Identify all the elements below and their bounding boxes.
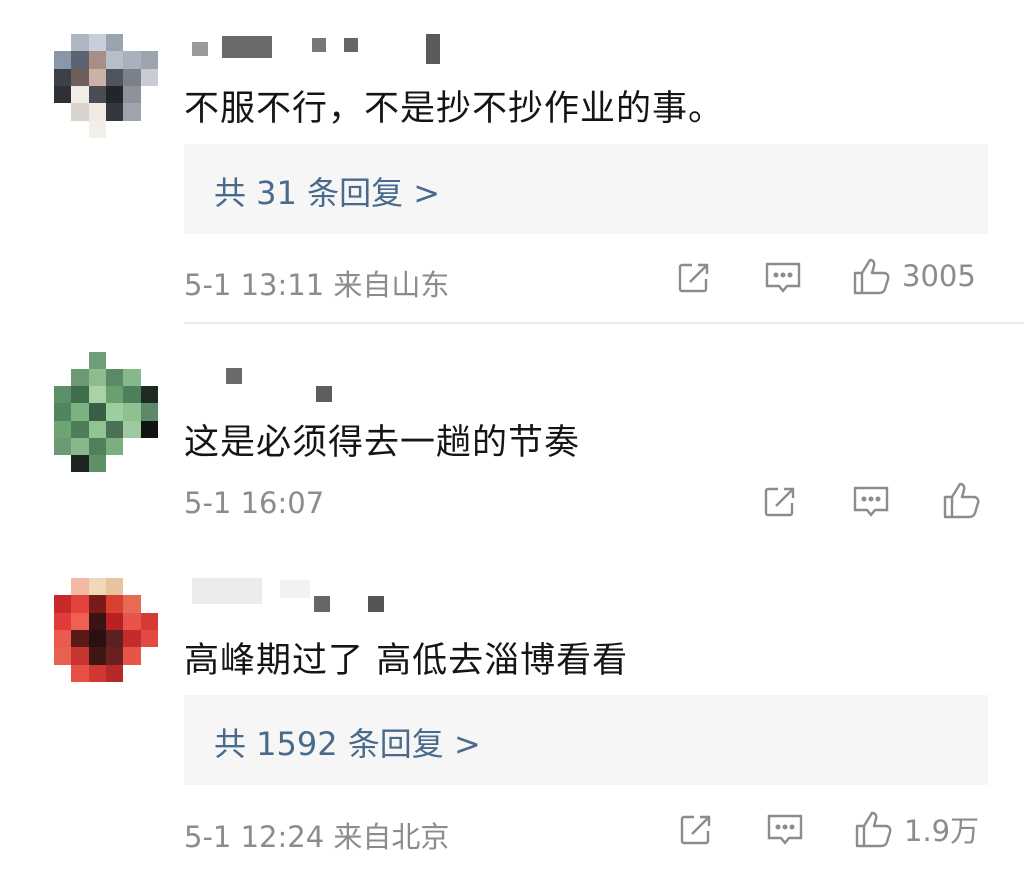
- avatar[interactable]: [54, 578, 158, 682]
- comment-meta: 5-1 16:07: [184, 486, 325, 520]
- comment-button[interactable]: [852, 484, 890, 520]
- reply-summary[interactable]: 共 1592 条回复 >: [184, 695, 988, 785]
- username-mosaic[interactable]: [192, 34, 462, 64]
- view-replies-link[interactable]: 共 31 条回复 >: [214, 168, 440, 214]
- username-mosaic[interactable]: [192, 578, 392, 614]
- like-button[interactable]: [942, 480, 982, 520]
- share-icon: [680, 815, 711, 845]
- divider: [184, 322, 1024, 324]
- comment-text: 不服不行，不是抄不抄作业的事。: [184, 89, 725, 129]
- comment-icon: [767, 814, 803, 845]
- comment-text: 高峰期过了 高低去淄博看看: [184, 641, 629, 681]
- thumbs-up-icon: [855, 811, 892, 848]
- comment-button[interactable]: [766, 812, 804, 848]
- username-mosaic[interactable]: [226, 368, 346, 404]
- view-replies-link[interactable]: 共 1592 条回复 >: [214, 719, 481, 765]
- thumbs-up-icon: [943, 482, 980, 519]
- share-icon: [764, 487, 795, 517]
- comment-item-2: 这是必须得去一趟的节奏 5-1 16:07: [0, 340, 1024, 540]
- avatar[interactable]: [54, 352, 158, 472]
- share-button[interactable]: [676, 260, 712, 296]
- share-button[interactable]: [762, 484, 798, 520]
- like-button[interactable]: 1.9万: [854, 808, 979, 850]
- comment-icon: [853, 486, 889, 517]
- comment-meta: 5-1 12:24 来自北京: [184, 820, 450, 854]
- comment-icon: [765, 262, 801, 293]
- comment-text: 这是必须得去一趟的节奏: [184, 423, 581, 463]
- avatar[interactable]: [54, 34, 158, 138]
- like-button[interactable]: 3005: [852, 256, 976, 296]
- like-count: 3005: [902, 259, 976, 293]
- share-button[interactable]: [678, 812, 714, 848]
- thumbs-up-icon: [853, 258, 890, 295]
- comment-meta: 5-1 13:11 来自山东: [184, 268, 450, 302]
- reply-summary[interactable]: 共 31 条回复 >: [184, 144, 988, 234]
- comment-item-3: 高峰期过了 高低去淄博看看 共 1592 条回复 > 5-1 12:24 来自北…: [0, 570, 1024, 871]
- comment-button[interactable]: [764, 260, 802, 296]
- comment-item-1: 不服不行，不是抄不抄作业的事。 共 31 条回复 > 5-1 13:11 来自山…: [0, 0, 1024, 325]
- like-count: 1.9万: [904, 814, 980, 848]
- share-icon: [678, 263, 709, 293]
